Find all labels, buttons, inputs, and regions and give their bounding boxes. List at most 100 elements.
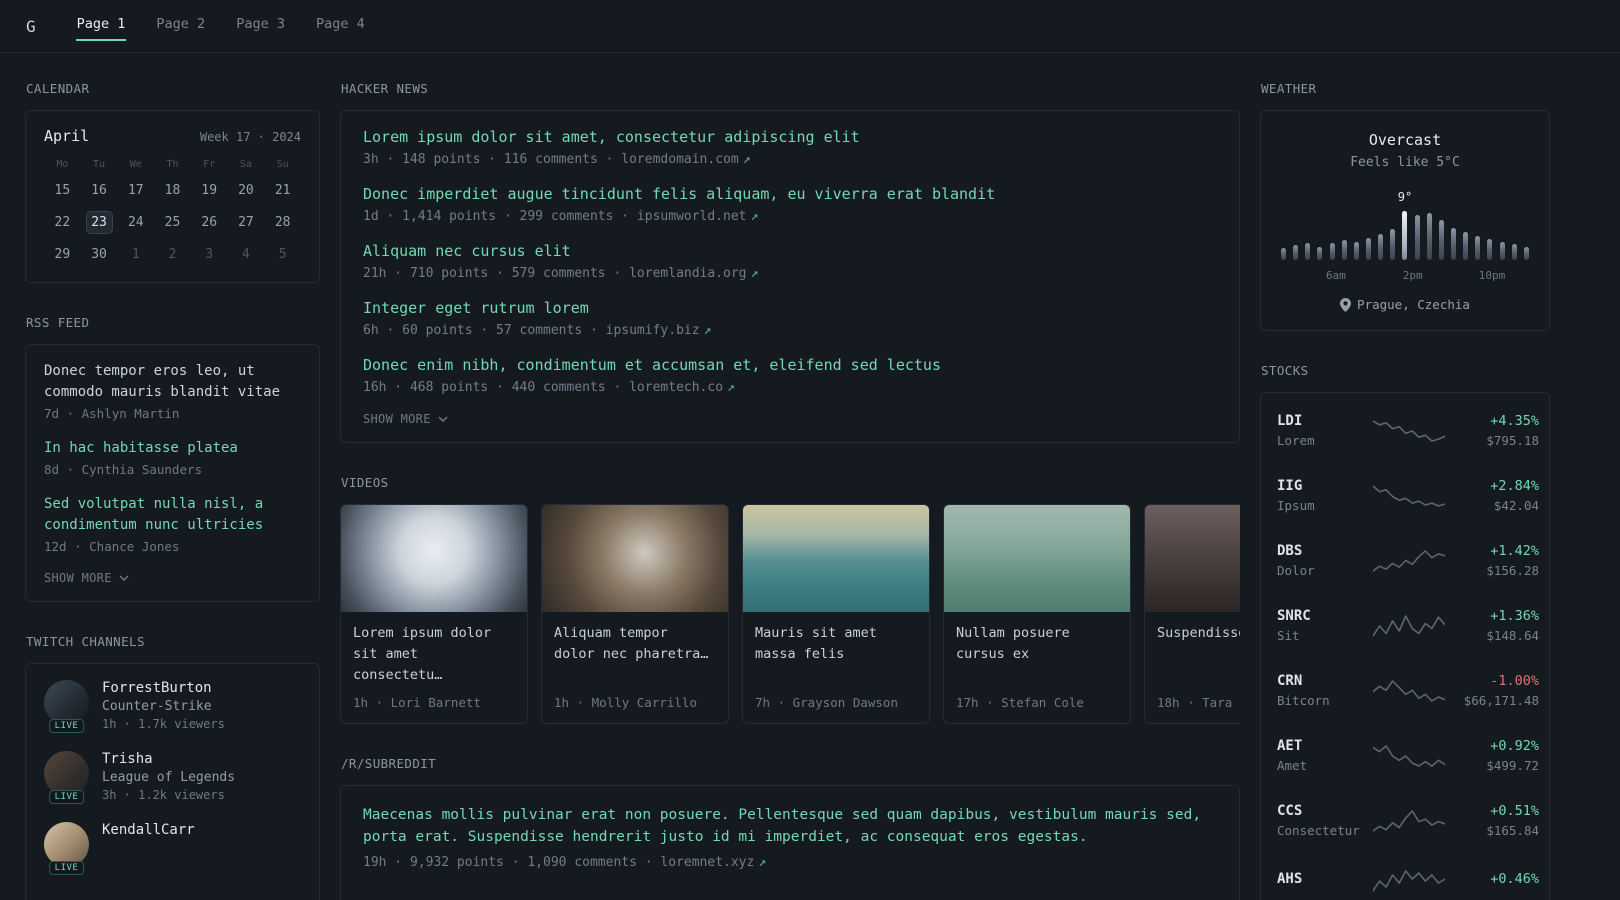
- rss-item-meta: 7d · Ashlyn Martin: [44, 406, 180, 421]
- rss-item-title[interactable]: Sed volutpat nulla nisl, a condimentum n…: [44, 494, 301, 536]
- video-thumbnail[interactable]: [1145, 505, 1240, 612]
- hackernews-item-meta[interactable]: 1d · 1,414 points · 299 comments · ipsum…: [363, 209, 1217, 224]
- hackernews-item-meta[interactable]: 6h · 60 points · 57 comments · ipsumify.…: [363, 323, 1217, 338]
- stock-row[interactable]: CCS Consectetur +0.51% $165.84: [1261, 788, 1549, 853]
- hackernews-show-more-button[interactable]: SHOW MORE: [363, 412, 1217, 426]
- stock-row[interactable]: CRN Bitcorn -1.00% $66,171.48: [1261, 658, 1549, 723]
- rss-item-title[interactable]: Donec tempor eros leo, ut commodo mauris…: [44, 361, 301, 403]
- hackernews-item-title[interactable]: Aliquam nec cursus elit: [363, 241, 1217, 262]
- twitch-channel-info: Trisha League of Legends 3h · 1.2k viewe…: [102, 751, 235, 802]
- stock-values: +1.36% $148.64: [1453, 608, 1539, 643]
- video-meta: 7h · Grayson Dawson: [755, 694, 898, 710]
- video-title[interactable]: Suspendisse diam: [1157, 623, 1240, 644]
- stock-values: -1.00% $66,171.48: [1453, 673, 1539, 708]
- subreddit-post-meta[interactable]: 19h · 9,932 points · 1,090 comments · lo…: [363, 855, 1217, 870]
- weather-axis-label: 6am: [1325, 269, 1346, 282]
- weather-bar: [1281, 247, 1286, 260]
- stock-symbol: LDI: [1277, 413, 1303, 429]
- weather-bar: [1293, 245, 1299, 260]
- calendar-week-year: Week 17 · 2024: [199, 130, 301, 144]
- topbar: G Page 1 Page 2 Page 3 Page 4: [0, 0, 1620, 53]
- video-title[interactable]: Lorem ipsum dolor sit amet consectetu…: [353, 623, 515, 686]
- video-title[interactable]: Mauris sit amet massa felis: [755, 623, 917, 665]
- twitch-channel-row[interactable]: LIVE Trisha League of Legends 3h · 1.2k …: [44, 751, 301, 804]
- twitch-channel-row[interactable]: LIVE ForrestBurton Counter-Strike 1h · 1…: [44, 680, 301, 733]
- video-thumbnail[interactable]: [944, 505, 1130, 612]
- weather-bar: [1353, 242, 1359, 260]
- video-card[interactable]: Aliquam tempor dolor nec pharetra… 1h · …: [541, 504, 729, 724]
- video-card[interactable]: Suspendisse diam 18h · Tara: [1144, 504, 1240, 724]
- weather-bar-current: [1402, 210, 1408, 260]
- chevron-down-icon: [119, 575, 129, 581]
- hackernews-item-meta[interactable]: 21h · 710 points · 579 comments · loreml…: [363, 266, 1217, 281]
- hackernews-item-meta[interactable]: 3h · 148 points · 116 comments · loremdo…: [363, 152, 1217, 167]
- stock-name: Lorem: [1277, 433, 1315, 448]
- stock-change: +0.92%: [1490, 738, 1539, 754]
- hackernews-item-meta[interactable]: 16h · 468 points · 440 comments · loremt…: [363, 380, 1217, 395]
- video-thumbnail[interactable]: [341, 505, 527, 612]
- calendar-day: 29: [54, 247, 71, 262]
- tab[interactable]: Page 3: [235, 12, 286, 41]
- twitch-channel-name[interactable]: KendallCarr: [102, 822, 195, 838]
- stock-row[interactable]: SNRC Sit +1.36% $148.64: [1261, 593, 1549, 658]
- external-link-icon: ↗: [750, 266, 759, 281]
- calendar-day-header: Sa: [239, 159, 252, 170]
- app-logo[interactable]: G: [26, 17, 36, 36]
- hackernews-item: Integer eget rutrum lorem 6h · 60 points…: [363, 298, 1217, 338]
- stock-spark-wrap: [1373, 868, 1445, 894]
- video-meta: 17h · Stefan Cole: [956, 694, 1084, 710]
- stock-change: +0.46%: [1490, 871, 1539, 887]
- stock-spark-wrap: [1373, 483, 1445, 509]
- hackernews-item-title[interactable]: Donec imperdiet augue tincidunt felis al…: [363, 184, 1217, 205]
- stock-row[interactable]: AHS +0.46%: [1261, 853, 1549, 900]
- calendar-day: 25: [164, 215, 181, 230]
- video-title[interactable]: Aliquam tempor dolor nec pharetra…: [554, 623, 716, 665]
- stock-row[interactable]: IIG Ipsum +2.84% $42.04: [1261, 463, 1549, 528]
- calendar-grid: Mo Tu We Th Fr Sa Su 15 16 17 18 19 20 2…: [44, 159, 301, 266]
- videos-widget: VIDEOS Lorem ipsum dolor sit amet consec…: [340, 475, 1240, 724]
- external-link-icon: ↗: [758, 854, 767, 870]
- video-thumbnail[interactable]: [743, 505, 929, 612]
- stock-values: +0.92% $499.72: [1453, 738, 1539, 773]
- video-card[interactable]: Nullam posuere cursus ex 17h · Stefan Co…: [943, 504, 1131, 724]
- twitch-widget: TWITCH CHANNELS LIVE ForrestBurton Count…: [25, 634, 320, 900]
- subreddit-post-title[interactable]: Maecenas mollis pulvinar erat non posuer…: [363, 804, 1217, 849]
- calendar-day: 28: [274, 215, 291, 230]
- video-card[interactable]: Lorem ipsum dolor sit amet consectetu… 1…: [340, 504, 528, 724]
- video-body: Mauris sit amet massa felis 7h · Grayson…: [743, 612, 929, 723]
- tab[interactable]: Page 2: [155, 12, 206, 41]
- stock-symbol: CCS: [1277, 803, 1303, 819]
- stock-spark-wrap: [1373, 743, 1445, 769]
- rss-item-title[interactable]: In hac habitasse platea: [44, 438, 301, 459]
- stock-name: Ipsum: [1277, 498, 1315, 513]
- hackernews-item-title[interactable]: Integer eget rutrum lorem: [363, 298, 1217, 319]
- hackernews-item: Aliquam nec cursus elit 21h · 710 points…: [363, 241, 1217, 281]
- hackernews-item-title[interactable]: Lorem ipsum dolor sit amet, consectetur …: [363, 127, 1217, 148]
- calendar-month: April: [44, 127, 90, 145]
- twitch-channel-row[interactable]: LIVE KendallCarr: [44, 822, 301, 875]
- calendar-day: 24: [127, 215, 144, 230]
- weather-bar: [1499, 242, 1505, 260]
- video-thumbnail[interactable]: [542, 505, 728, 612]
- video-card[interactable]: Mauris sit amet massa felis 7h · Grayson…: [742, 504, 930, 724]
- twitch-channel-name[interactable]: ForrestBurton: [102, 680, 225, 696]
- rss-show-more-button[interactable]: SHOW MORE: [44, 571, 301, 585]
- calendar-day-header: Fr: [203, 159, 216, 170]
- stock-price: $156.28: [1486, 563, 1539, 578]
- section-title-stocks: STOCKS: [1261, 363, 1309, 378]
- calendar-day: 17: [127, 183, 144, 198]
- rss-widget: RSS FEED Donec tempor eros leo, ut commo…: [25, 315, 320, 602]
- tab[interactable]: Page 1: [75, 12, 127, 41]
- stock-row[interactable]: LDI Lorem +4.35% $795.18: [1261, 398, 1549, 463]
- stock-row[interactable]: DBS Dolor +1.42% $156.28: [1261, 528, 1549, 593]
- twitch-channel-meta: 1h · 1.7k viewers: [102, 717, 225, 731]
- section-title-rss: RSS FEED: [26, 315, 90, 330]
- tab[interactable]: Page 4: [315, 12, 366, 41]
- stock-row[interactable]: AET Amet +0.92% $499.72: [1261, 723, 1549, 788]
- video-title[interactable]: Nullam posuere cursus ex: [956, 623, 1118, 665]
- stock-sparkline: [1373, 809, 1445, 832]
- hackernews-item-title[interactable]: Donec enim nibh, condimentum et accumsan…: [363, 355, 1217, 376]
- stock-sparkline: [1373, 679, 1445, 702]
- twitch-channel-name[interactable]: Trisha: [102, 751, 235, 767]
- calendar-day: 16: [91, 183, 107, 198]
